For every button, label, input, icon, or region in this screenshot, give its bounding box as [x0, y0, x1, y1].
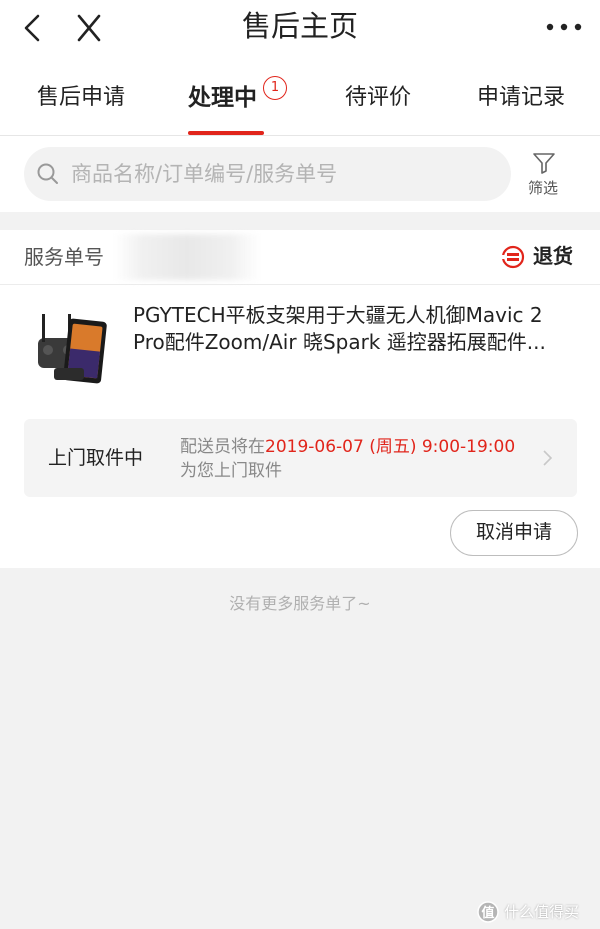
page-title: 售后主页 — [241, 9, 358, 43]
product-title-line-2: Pro配件Zoom/Air 晓Spark 遥控器拓展配件... — [133, 330, 546, 354]
cancel-application-button[interactable]: 取消申请 — [450, 510, 578, 556]
search-placeholder: 商品名称/订单编号/服务单号 — [71, 162, 338, 186]
return-icon — [501, 245, 525, 269]
more-dots-icon[interactable] — [544, 12, 584, 42]
search-bar: 商品名称/订单编号/服务单号 筛选 — [0, 136, 600, 212]
chevron-right-icon — [543, 450, 553, 466]
svg-text:值: 值 — [481, 905, 494, 921]
top-bar: 售后主页 — [0, 0, 600, 60]
product-thumbnail[interactable] — [24, 310, 120, 392]
service-no-label: 服务单号 — [24, 245, 104, 269]
search-input[interactable]: 商品名称/订单编号/服务单号 — [24, 147, 511, 201]
no-more-text: 没有更多服务单了~ — [229, 594, 371, 613]
service-order-card[interactable]: 服务单号 退货 PGYTECH平板支架用于大疆无人机御Mavic 2 Pro配件… — [0, 230, 600, 568]
service-type-label: 退货 — [533, 244, 573, 268]
active-tab-indicator — [188, 131, 264, 135]
pickup-detail-prefix: 配送员将在 — [180, 437, 265, 457]
search-icon — [37, 163, 58, 184]
pickup-detail-text: 配送员将在2019-06-07 (周五) 9:00-19:00 为您上门取件 — [180, 435, 515, 483]
watermark: 值 什么值得买 — [476, 899, 596, 925]
tab-apply-records[interactable]: 申请记录 — [477, 82, 565, 114]
pickup-time: 2019-06-07 (周五) 9:00-19:00 — [265, 437, 516, 457]
filter-icon — [533, 153, 555, 174]
filter-button[interactable]: 筛选 — [521, 148, 567, 202]
product-title-line-1: PGYTECH平板支架用于大疆无人机御Mavic 2 — [133, 303, 543, 327]
tab-pending-review[interactable]: 待评价 — [345, 82, 411, 114]
product-title[interactable]: PGYTECH平板支架用于大疆无人机御Mavic 2 Pro配件Zoom/Air… — [133, 302, 573, 356]
pickup-status-panel[interactable]: 上门取件中 配送员将在2019-06-07 (周五) 9:00-19:00 为您… — [24, 419, 577, 497]
service-order-header: 服务单号 退货 — [0, 230, 600, 285]
service-no-redacted — [114, 234, 260, 280]
tab-bar: 售后申请 处理中 待评价 申请记录 — [0, 60, 600, 136]
processing-count-badge: 1 — [263, 76, 287, 100]
pickup-status-label: 上门取件中 — [48, 447, 144, 469]
tab-processing[interactable]: 处理中 — [188, 82, 257, 114]
tab-after-sale-apply[interactable]: 售后申请 — [37, 82, 125, 114]
watermark-text: 什么值得买 — [504, 903, 580, 921]
watermark-logo-icon: 值 — [477, 901, 499, 923]
pickup-detail-suffix: 为您上门取件 — [180, 461, 282, 481]
filter-label: 筛选 — [528, 179, 559, 197]
